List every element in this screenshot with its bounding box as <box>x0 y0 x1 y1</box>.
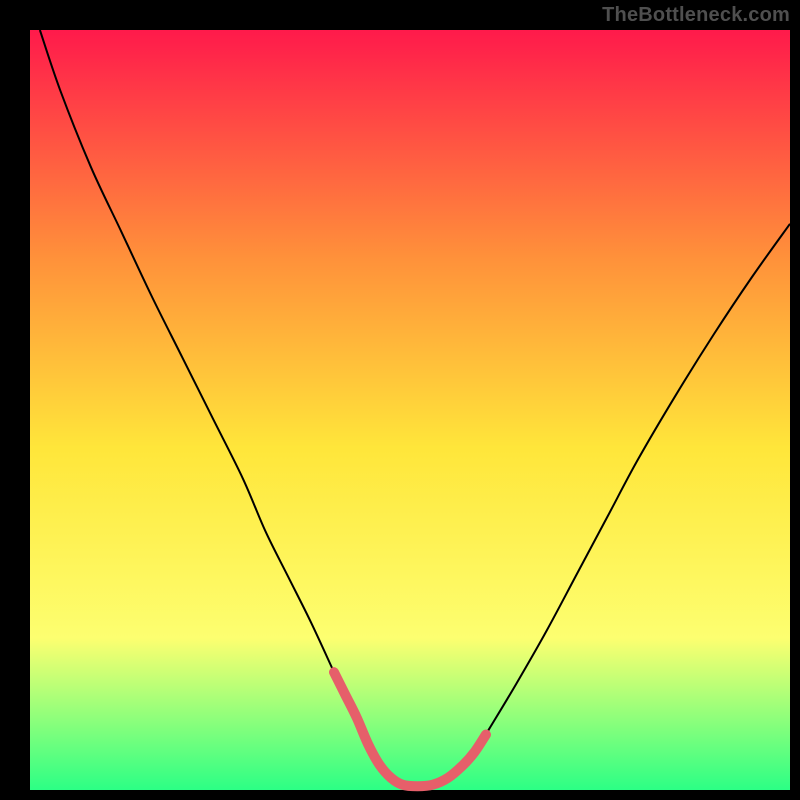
chart-root: TheBottleneck.com <box>0 0 800 800</box>
chart-svg <box>0 0 800 800</box>
watermark-text: TheBottleneck.com <box>602 4 790 27</box>
plot-background <box>30 30 790 790</box>
